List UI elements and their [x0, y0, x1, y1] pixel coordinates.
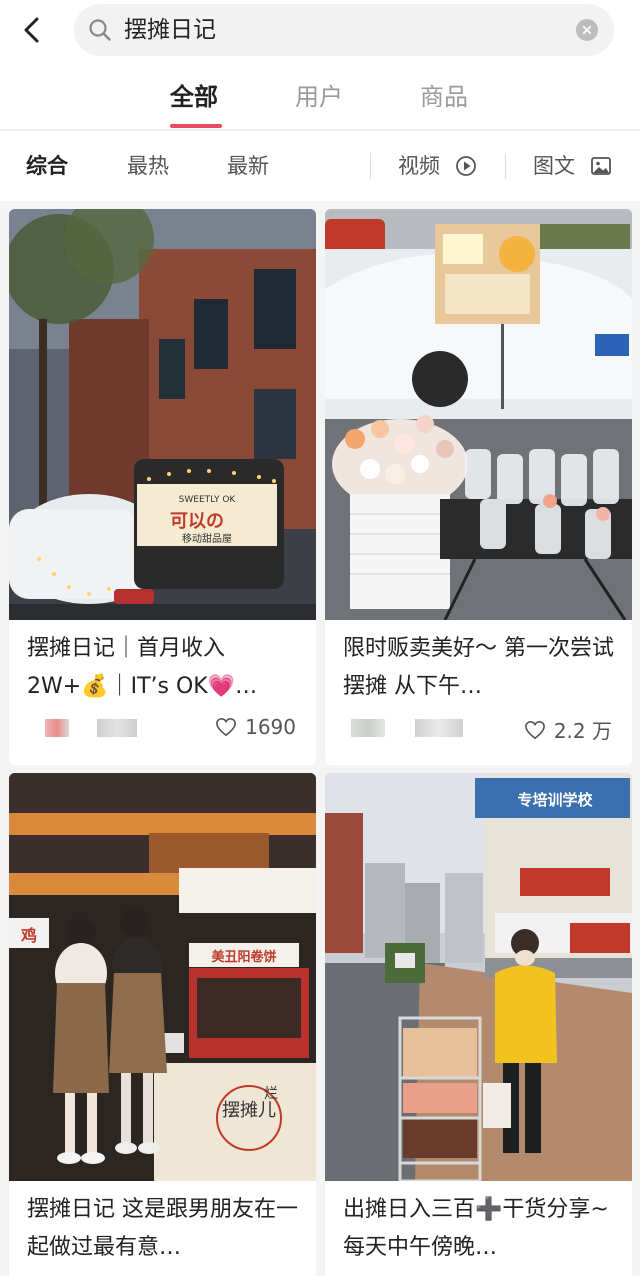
filter-newest[interactable]: 最新: [227, 153, 269, 179]
sign-main-text: 可以の: [170, 511, 224, 532]
cart-logo-text: 摆摊儿: [222, 1100, 276, 1121]
tab-all[interactable]: 全部: [170, 82, 218, 112]
card-meta: 2.2 万: [343, 713, 618, 743]
cart-logo-text-2: 烂: [264, 1086, 278, 1102]
street-stall-photo: SWEETLY OK 可以の 移动甜品屋: [9, 209, 316, 620]
author-name[interactable]: [415, 719, 463, 737]
sign-sub-text: 移动甜品屋: [182, 532, 232, 545]
note-card[interactable]: SWEETLY OK 可以の 移动甜品屋 摆摊日记｜首月收入2W+💰｜IT’s …: [9, 209, 316, 765]
play-circle-icon[interactable]: [455, 155, 477, 177]
note-card[interactable]: 专培训学校 出摊日入三百➕干货分享~ 每天中午傍晚…: [325, 773, 632, 1276]
card-cover-image: SWEETLY OK 可以の 移动甜品屋: [9, 209, 316, 620]
like-button[interactable]: 2.2 万: [524, 715, 612, 744]
card-cover-image: [325, 209, 632, 620]
card-title: 摆摊日记 这是跟男朋友在一起做过最有意…: [27, 1197, 298, 1260]
image-icon[interactable]: [590, 155, 612, 177]
search-icon: [89, 19, 111, 41]
filter-bar: 综合 最热 最新 视频 图文: [0, 131, 640, 201]
note-card[interactable]: 限时贩卖美好～ 第一次尝试摆摊 从下午… 2.2 万: [325, 209, 632, 765]
card-title: 出摊日入三百➕干货分享~ 每天中午傍晚…: [343, 1197, 609, 1260]
back-button[interactable]: [18, 14, 46, 46]
avatar[interactable]: [45, 719, 69, 737]
like-button[interactable]: 1690: [215, 715, 296, 739]
avatar[interactable]: [351, 719, 385, 737]
close-icon: [582, 25, 592, 35]
filter-hottest[interactable]: 最热: [127, 153, 169, 179]
clear-search-button[interactable]: [576, 19, 598, 41]
card-title: 摆摊日记｜首月收入2W+💰｜IT’s OK💗…: [27, 636, 258, 699]
wrap-stall-photo: 鸡 美丑阳卷饼 摆摊儿 烂: [9, 773, 316, 1181]
primary-tabs: 全部 用户 商品: [0, 62, 640, 130]
card-cover-image: 专培训学校: [325, 773, 632, 1181]
divider: [505, 153, 506, 179]
heart-icon: [216, 717, 237, 737]
sign-top-text: SWEETLY OK: [179, 495, 237, 505]
card-title: 限时贩卖美好～ 第一次尝试摆摊 从下午…: [343, 636, 614, 699]
tab-users[interactable]: 用户: [295, 82, 343, 112]
filter-image-text[interactable]: 图文: [533, 153, 575, 179]
chevron-left-icon: [24, 17, 39, 43]
flower-stall-photo: [325, 209, 632, 620]
shop-sign-text: 鸡: [20, 926, 37, 945]
like-count: 2.2 万: [553, 719, 612, 743]
divider: [370, 153, 371, 179]
card-cover-image: 鸡 美丑阳卷饼 摆摊儿 烂: [9, 773, 316, 1181]
active-tab-indicator: [170, 124, 222, 128]
stall-banner-text: 美丑阳卷饼: [211, 949, 276, 965]
like-count: 1690: [245, 715, 296, 739]
tab-products[interactable]: 商品: [420, 82, 468, 112]
note-card[interactable]: 鸡 美丑阳卷饼 摆摊儿 烂 摆摊日记 这是跟男朋友在一起做过最有意…: [9, 773, 316, 1276]
author-name[interactable]: [97, 719, 137, 737]
search-input[interactable]: 摆摊日记: [74, 4, 614, 56]
heart-icon: [524, 720, 545, 739]
search-query: 摆摊日记: [124, 17, 216, 43]
card-meta: 1690: [27, 713, 302, 743]
filter-video[interactable]: 视频: [398, 153, 440, 179]
snack-cart-photo: 专培训学校: [325, 773, 632, 1181]
top-bar: 摆摊日记: [0, 0, 640, 62]
filter-comprehensive[interactable]: 综合: [26, 153, 68, 179]
school-sign-text: 专培训学校: [517, 791, 593, 809]
